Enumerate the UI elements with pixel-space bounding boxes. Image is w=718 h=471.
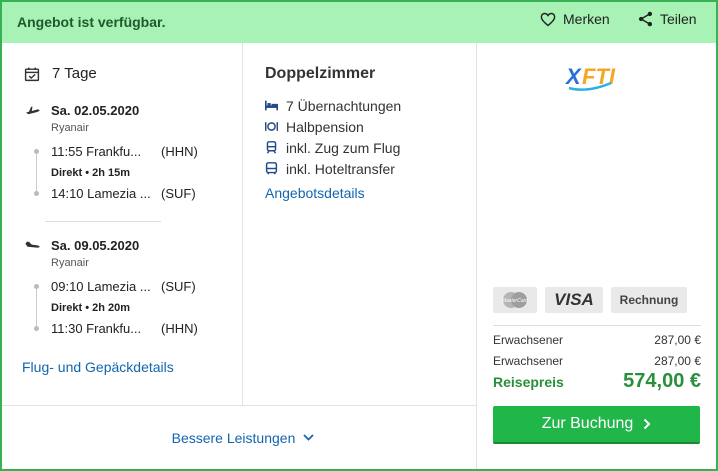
save-button[interactable]: Merken bbox=[540, 11, 610, 27]
return-arrival: 11:30 Frankfu... (HHN) bbox=[51, 321, 198, 336]
price-row: Erwachsener 287,00 € bbox=[493, 353, 701, 368]
footer-bar: Bessere Leistungen bbox=[2, 405, 476, 469]
price-row: Erwachsener 287,00 € bbox=[493, 332, 701, 347]
more-services-label: Bessere Leistungen bbox=[171, 429, 296, 446]
flight-baggage-details-link[interactable]: Flug- und Gepäckdetails bbox=[22, 359, 174, 375]
invoice-badge: Rechnung bbox=[611, 287, 687, 313]
outbound-leg: Sa. 02.05.2020 Ryanair 11:55 Frankfu... … bbox=[24, 103, 234, 202]
book-label: Zur Buchung bbox=[541, 415, 634, 432]
calendar-check-icon bbox=[24, 67, 40, 81]
hotel-column: Doppelzimmer 7 Übernachtungen Halbpensio… bbox=[242, 43, 476, 405]
feature-item: inkl. Hoteltransfer bbox=[265, 158, 401, 179]
outbound-arrival: 14:10 Lamezia ... (SUF) bbox=[51, 186, 196, 201]
availability-banner: Angebot ist verfügbar. Merken Teilen bbox=[2, 2, 716, 43]
feature-item: inkl. Zug zum Flug bbox=[265, 137, 401, 158]
return-stop-info: Direkt • 2h 20m bbox=[51, 301, 131, 314]
feature-item: Halbpension bbox=[265, 116, 401, 137]
price-breakdown: Erwachsener 287,00 € Erwachsener 287,00 … bbox=[493, 325, 701, 371]
outbound-departure: 11:55 Frankfu... (HHN) bbox=[51, 144, 198, 159]
outbound-stop-info: Direkt • 2h 15m bbox=[51, 166, 131, 179]
offer-card: Angebot ist verfügbar. Merken Teilen 7 T… bbox=[0, 0, 718, 471]
more-services-button[interactable]: Bessere Leistungen bbox=[172, 430, 315, 446]
tour-operator-logo: X FTI bbox=[564, 63, 621, 98]
return-leg: Sa. 09.05.2020 Ryanair 09:10 Lamezia ...… bbox=[24, 238, 234, 337]
save-label: Merken bbox=[563, 11, 610, 27]
share-label: Teilen bbox=[660, 11, 697, 27]
heart-icon bbox=[540, 12, 556, 26]
outbound-date: Sa. 02.05.2020 bbox=[51, 103, 140, 118]
trip-duration: 7 Tage bbox=[24, 65, 97, 82]
return-date: Sa. 09.05.2020 bbox=[51, 238, 140, 253]
availability-text: Angebot ist verfügbar. bbox=[17, 14, 166, 30]
total-label: Reisepreis bbox=[493, 373, 564, 390]
mastercard-icon: MasterCard bbox=[493, 287, 537, 313]
room-type: Doppelzimmer bbox=[265, 65, 376, 82]
flight-column: 7 Tage Sa. 02.05.2020 Ryanair 11:55 Fran… bbox=[2, 43, 242, 405]
return-airline: Ryanair bbox=[51, 257, 89, 269]
outbound-airline: Ryanair bbox=[51, 122, 89, 134]
payment-methods: MasterCard VISA Rechnung bbox=[493, 287, 695, 313]
share-icon bbox=[638, 11, 653, 27]
book-button[interactable]: Zur Buchung bbox=[493, 406, 700, 444]
price-column: X FTI MasterCard VISA Rechnung Erwachsen… bbox=[476, 43, 716, 469]
share-button[interactable]: Teilen bbox=[638, 11, 697, 27]
feature-item: 7 Übernachtungen bbox=[265, 95, 401, 116]
plane-departure-icon bbox=[24, 106, 41, 115]
return-departure: 09:10 Lamezia ... (SUF) bbox=[51, 279, 196, 294]
train-icon bbox=[266, 141, 277, 154]
svg-text:MasterCard: MasterCard bbox=[502, 298, 528, 304]
meal-icon bbox=[265, 122, 278, 131]
duration-text: 7 Tage bbox=[52, 65, 97, 82]
total-amount: 574,00 € bbox=[623, 370, 701, 392]
bus-icon bbox=[265, 162, 278, 175]
chevron-right-icon bbox=[644, 418, 651, 430]
feature-list: 7 Übernachtungen Halbpension inkl. Zug z… bbox=[265, 95, 401, 179]
chevron-down-icon bbox=[303, 434, 315, 441]
total-price: Reisepreis 574,00 € bbox=[493, 370, 701, 393]
offer-details-link[interactable]: Angebotsdetails bbox=[265, 185, 365, 201]
leg-divider bbox=[45, 221, 161, 222]
plane-arrival-icon bbox=[24, 241, 41, 250]
visa-icon: VISA bbox=[545, 287, 603, 313]
svg-text:X: X bbox=[565, 64, 582, 89]
bed-icon bbox=[265, 100, 278, 111]
svg-text:FTI: FTI bbox=[582, 64, 616, 89]
